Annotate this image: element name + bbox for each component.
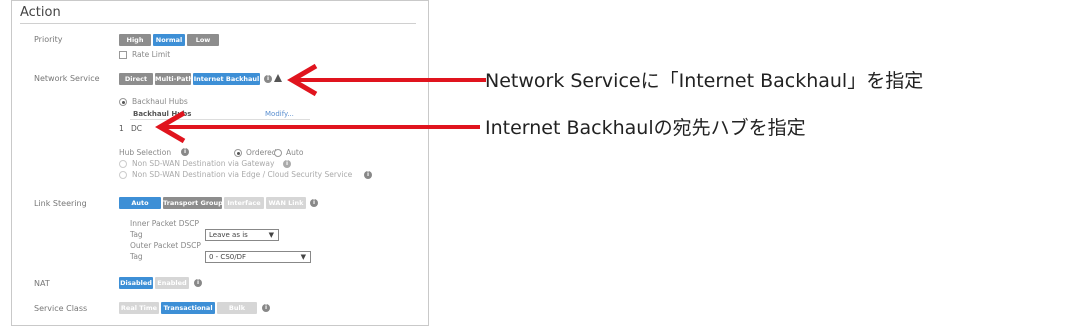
annotation-backhaul-hub: Internet Backhaulの宛先ハブを指定 (485, 117, 806, 139)
annotation-network-service: Network Serviceに「Internet Backhaul」を指定 (485, 70, 924, 92)
annotation-arrows (155, 63, 486, 144)
